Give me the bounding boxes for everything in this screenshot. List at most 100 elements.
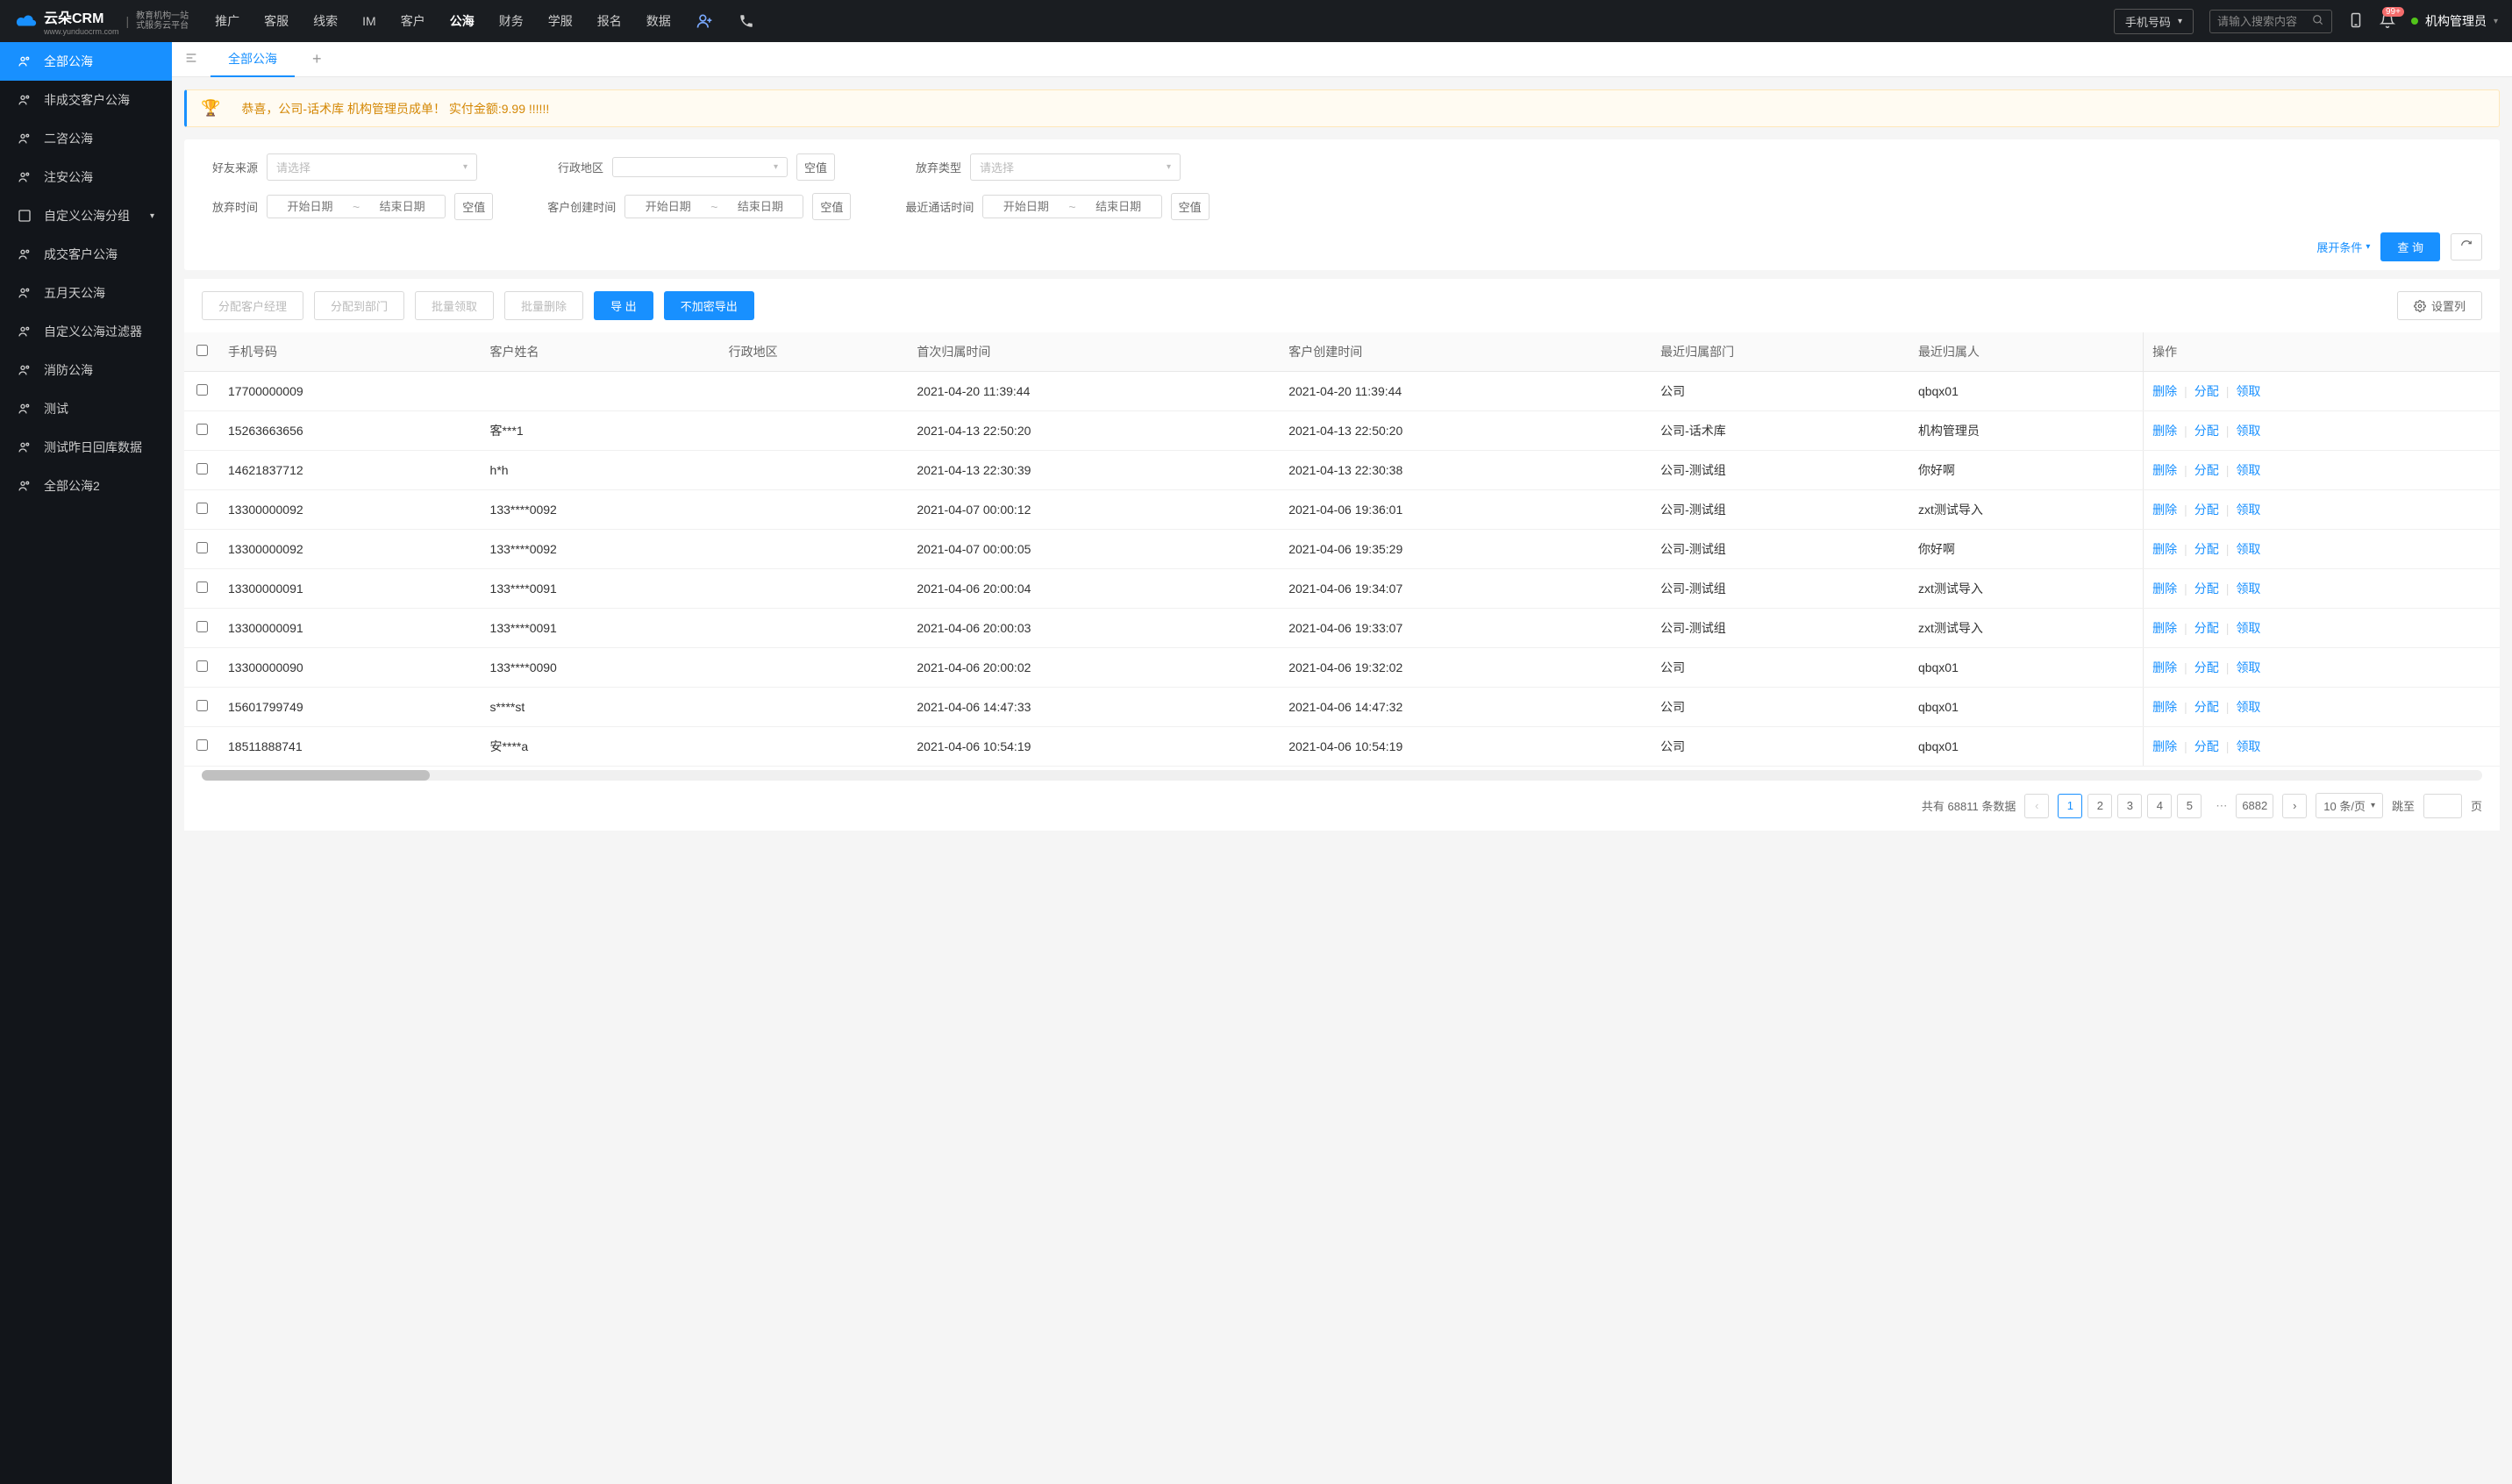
logo[interactable]: 云朵CRM www.yunduocrm.com | 教育机构一站 式服务云平台 — [14, 6, 189, 36]
row-claim-link[interactable]: 领取 — [2236, 738, 2260, 755]
row-claim-link[interactable]: 领取 — [2236, 580, 2260, 597]
row-checkbox[interactable] — [196, 581, 208, 593]
sidebar-item[interactable]: 成交客户公海 — [0, 235, 172, 274]
sidebar-item[interactable]: 自定义公海分组▾ — [0, 196, 172, 235]
row-delete-link[interactable]: 删除 — [2152, 619, 2177, 637]
sidebar-item[interactable]: 测试昨日回库数据 — [0, 428, 172, 467]
per-page-select[interactable]: 10 条/页 ▾ — [2316, 793, 2383, 818]
create-start-date[interactable] — [631, 197, 705, 216]
filter-abandon-type-select[interactable]: 请选择 ▾ — [970, 153, 1181, 181]
search-type-select[interactable]: 手机号码 ▾ — [2114, 9, 2194, 34]
set-columns-button[interactable]: 设置列 — [2397, 291, 2482, 320]
sidebar-item[interactable]: 全部公海2 — [0, 467, 172, 505]
row-claim-link[interactable]: 领取 — [2236, 461, 2260, 479]
filter-source-select[interactable]: 请选择 ▾ — [267, 153, 477, 181]
add-user-icon[interactable] — [696, 12, 713, 30]
nav-item[interactable]: 线索 — [313, 12, 338, 30]
sidebar-item[interactable]: 二咨公海 — [0, 119, 172, 158]
sidebar-item[interactable]: 全部公海 — [0, 42, 172, 81]
page-number-button[interactable]: 1 — [2058, 794, 2082, 818]
row-delete-link[interactable]: 删除 — [2152, 580, 2177, 597]
row-delete-link[interactable]: 删除 — [2152, 698, 2177, 716]
tab-all-public[interactable]: 全部公海 — [211, 42, 295, 77]
export-plain-button[interactable]: 不加密导出 — [664, 291, 754, 320]
tab-add-button[interactable]: + — [295, 50, 339, 68]
page-number-button[interactable]: 4 — [2147, 794, 2172, 818]
user-menu[interactable]: 机构管理员 ▾ — [2411, 12, 2498, 30]
row-claim-link[interactable]: 领取 — [2236, 659, 2260, 676]
row-claim-link[interactable]: 领取 — [2236, 540, 2260, 558]
filter-create-time-null-btn[interactable]: 空值 — [812, 193, 851, 220]
search-icon[interactable] — [2312, 14, 2324, 29]
nav-item[interactable]: 客服 — [264, 12, 289, 30]
batch-claim-button[interactable]: 批量领取 — [415, 291, 494, 320]
row-checkbox[interactable] — [196, 384, 208, 396]
mobile-icon[interactable] — [2348, 12, 2364, 31]
row-delete-link[interactable]: 删除 — [2152, 501, 2177, 518]
row-assign-link[interactable]: 分配 — [2194, 659, 2219, 676]
row-delete-link[interactable]: 删除 — [2152, 540, 2177, 558]
last-page-button[interactable]: 6882 — [2236, 794, 2273, 818]
row-checkbox[interactable] — [196, 621, 208, 632]
nav-item[interactable]: 公海 — [450, 12, 475, 30]
page-number-button[interactable]: 5 — [2177, 794, 2202, 818]
search-input[interactable] — [2217, 15, 2312, 28]
row-checkbox[interactable] — [196, 503, 208, 514]
nav-item[interactable]: 客户 — [401, 12, 425, 30]
sidebar-item[interactable]: 五月天公海 — [0, 274, 172, 312]
row-checkbox[interactable] — [196, 739, 208, 751]
filter-create-time-range[interactable]: ~ — [624, 195, 803, 218]
assign-dept-button[interactable]: 分配到部门 — [314, 291, 404, 320]
nav-item[interactable]: 数据 — [646, 12, 671, 30]
row-checkbox[interactable] — [196, 700, 208, 711]
refresh-button[interactable] — [2451, 233, 2482, 260]
notification-bell-icon[interactable]: 99+ — [2380, 12, 2395, 31]
filter-region-select[interactable]: ▾ — [612, 157, 788, 177]
row-assign-link[interactable]: 分配 — [2194, 619, 2219, 637]
filter-last-call-null-btn[interactable]: 空值 — [1171, 193, 1210, 220]
row-assign-link[interactable]: 分配 — [2194, 540, 2219, 558]
select-all-checkbox[interactable] — [196, 345, 208, 356]
prev-page-button[interactable]: ‹ — [2024, 794, 2049, 818]
sidebar-item[interactable]: 非成交客户公海 — [0, 81, 172, 119]
row-assign-link[interactable]: 分配 — [2194, 698, 2219, 716]
row-delete-link[interactable]: 删除 — [2152, 461, 2177, 479]
nav-item[interactable]: 财务 — [499, 12, 524, 30]
row-assign-link[interactable]: 分配 — [2194, 382, 2219, 400]
row-checkbox[interactable] — [196, 424, 208, 435]
tab-list-toggle-icon[interactable] — [172, 51, 211, 68]
phone-icon[interactable] — [738, 12, 755, 30]
filter-region-null-btn[interactable]: 空值 — [796, 153, 835, 181]
sidebar-item[interactable]: 自定义公海过滤器 — [0, 312, 172, 351]
row-assign-link[interactable]: 分配 — [2194, 580, 2219, 597]
row-assign-link[interactable]: 分配 — [2194, 501, 2219, 518]
row-delete-link[interactable]: 删除 — [2152, 738, 2177, 755]
search-button[interactable]: 查 询 — [2380, 232, 2440, 261]
row-assign-link[interactable]: 分配 — [2194, 422, 2219, 439]
sidebar-item[interactable]: 测试 — [0, 389, 172, 428]
abandon-end-date[interactable] — [365, 197, 439, 216]
export-button[interactable]: 导 出 — [594, 291, 653, 320]
horizontal-scrollbar[interactable] — [202, 770, 2482, 781]
filter-abandon-time-null-btn[interactable]: 空值 — [454, 193, 493, 220]
lastcall-end-date[interactable] — [1081, 197, 1156, 216]
next-page-button[interactable]: › — [2282, 794, 2307, 818]
row-delete-link[interactable]: 删除 — [2152, 422, 2177, 439]
nav-item[interactable]: 推广 — [215, 12, 239, 30]
sidebar-item[interactable]: 消防公海 — [0, 351, 172, 389]
abandon-start-date[interactable] — [273, 197, 347, 216]
row-claim-link[interactable]: 领取 — [2236, 382, 2260, 400]
filter-last-call-range[interactable]: ~ — [982, 195, 1161, 218]
create-end-date[interactable] — [723, 197, 797, 216]
row-claim-link[interactable]: 领取 — [2236, 619, 2260, 637]
assign-manager-button[interactable]: 分配客户经理 — [202, 291, 303, 320]
expand-filters-button[interactable]: 展开条件 ▾ — [2316, 239, 2370, 255]
row-delete-link[interactable]: 删除 — [2152, 382, 2177, 400]
lastcall-start-date[interactable] — [988, 197, 1063, 216]
page-number-button[interactable]: 3 — [2117, 794, 2142, 818]
jump-page-input[interactable] — [2423, 794, 2462, 818]
row-assign-link[interactable]: 分配 — [2194, 738, 2219, 755]
batch-delete-button[interactable]: 批量删除 — [504, 291, 583, 320]
nav-item[interactable]: IM — [362, 14, 376, 28]
row-checkbox[interactable] — [196, 463, 208, 474]
